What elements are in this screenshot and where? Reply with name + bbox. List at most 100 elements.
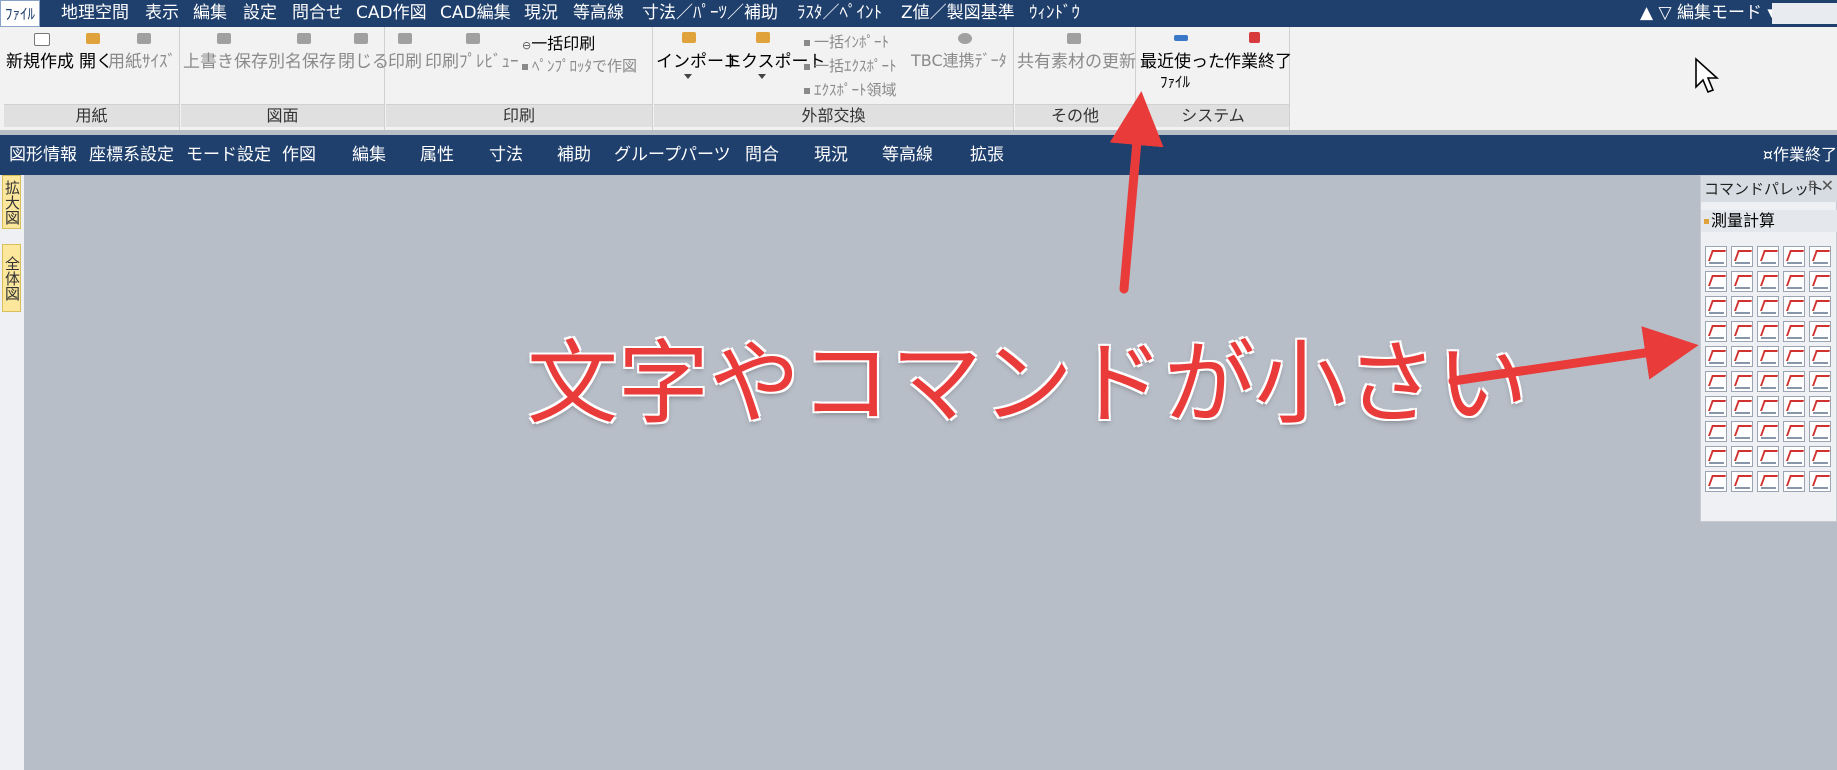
palette-command-button[interactable] [1757,296,1779,317]
palette-command-button[interactable] [1809,321,1831,342]
palette-command-button[interactable] [1731,446,1753,467]
palette-command-button[interactable] [1731,346,1753,367]
palette-command-button[interactable] [1809,246,1831,267]
recent-files-button[interactable]: 最近使った [1140,47,1225,72]
menu-geospatial[interactable]: 地理空間 [61,0,129,27]
menu-z-value[interactable]: Z値／製図基準 [901,0,1015,27]
toolbar-parts[interactable]: パーツ [680,135,731,175]
palette-command-button[interactable] [1757,321,1779,342]
menu-current-state[interactable]: 現況 [524,0,558,27]
print-button[interactable]: 印刷 [388,47,422,72]
batch-import-button[interactable]: 一括ｲﾝﾎﾟｰﾄ [804,31,889,52]
tab-zoom-view[interactable]: 拡大図 [2,175,21,229]
export-dropdown-icon[interactable] [758,74,766,79]
save-as-button[interactable]: 別名保存 [268,47,336,72]
toolbar-shape-info[interactable]: 図形情報 [9,135,77,175]
palette-command-button[interactable] [1783,471,1805,492]
palette-command-button[interactable] [1705,421,1727,442]
import-dropdown-icon[interactable] [684,74,692,79]
palette-command-button[interactable] [1731,396,1753,417]
menu-raster-paint[interactable]: ﾗｽﾀ／ﾍﾟｲﾝﾄ [797,0,882,27]
toolbar-quit-button[interactable]: ¤作業終了 [1763,135,1837,175]
palette-command-button[interactable] [1731,246,1753,267]
palette-command-button[interactable] [1809,396,1831,417]
toolbar-group[interactable]: グループ [614,135,681,175]
palette-command-button[interactable] [1705,396,1727,417]
palette-command-button[interactable] [1809,346,1831,367]
palette-command-button[interactable] [1783,296,1805,317]
palette-command-button[interactable] [1757,371,1779,392]
close-button[interactable]: 閉じる [338,47,389,72]
palette-command-button[interactable] [1705,471,1727,492]
palette-command-button[interactable] [1809,421,1831,442]
menu-settings[interactable]: 設定 [243,0,277,27]
batch-print-button[interactable]: ⊖一括印刷 [522,30,595,54]
palette-command-button[interactable] [1757,421,1779,442]
palette-command-button[interactable] [1705,271,1727,292]
palette-command-button[interactable] [1783,346,1805,367]
menu-view[interactable]: 表示 [145,0,179,27]
toolbar-contour[interactable]: 等高線 [882,135,933,175]
toolbar-mode-settings[interactable]: モード設定 [186,135,271,175]
menu-contour[interactable]: 等高線 [573,0,624,27]
palette-command-button[interactable] [1731,371,1753,392]
menu-dimension-parts[interactable]: 寸法／ﾊﾟｰﾂ／補助 [642,0,778,27]
close-icon[interactable]: ✕ [1821,176,1834,195]
palette-command-button[interactable] [1783,421,1805,442]
palette-command-button[interactable] [1705,296,1727,317]
palette-command-button[interactable] [1705,246,1727,267]
palette-command-button[interactable] [1809,271,1831,292]
pin-icon[interactable]: ᵽ [1808,177,1817,192]
paper-size-button[interactable]: 用紙ｻｲｽﾞ [108,47,176,72]
palette-command-button[interactable] [1783,446,1805,467]
menu-file[interactable]: ﾌｧｲﾙ [0,0,41,27]
palette-command-button[interactable] [1757,346,1779,367]
menu-edit[interactable]: 編集 [193,0,227,27]
overwrite-save-button[interactable]: 上書き保存 [183,47,268,72]
palette-command-button[interactable] [1783,271,1805,292]
palette-command-button[interactable] [1705,321,1727,342]
toolbar-dimension[interactable]: 寸法 [489,135,523,175]
palette-command-button[interactable] [1809,446,1831,467]
menu-cad-draw[interactable]: CAD作図 [356,0,427,27]
palette-command-button[interactable] [1757,446,1779,467]
new-button[interactable]: 新規作成 [6,47,74,72]
toolbar-attribute[interactable]: 属性 [420,135,454,175]
toolbar-coord-settings[interactable]: 座標系設定 [89,135,174,175]
palette-command-button[interactable] [1809,471,1831,492]
quit-button[interactable]: 作業終了 [1224,47,1292,72]
toolbar-extension[interactable]: 拡張 [970,135,1004,175]
palette-command-button[interactable] [1809,371,1831,392]
palette-command-button[interactable] [1757,471,1779,492]
palette-command-button[interactable] [1757,246,1779,267]
palette-command-button[interactable] [1731,271,1753,292]
palette-command-button[interactable] [1705,371,1727,392]
palette-command-button[interactable] [1809,296,1831,317]
export-area-button[interactable]: ｴｸｽﾎﾟｰﾄ領域 [804,79,897,100]
menu-window[interactable]: ｳｨﾝﾄﾞｳ [1029,0,1080,27]
palette-command-button[interactable] [1783,321,1805,342]
palette-command-button[interactable] [1731,296,1753,317]
batch-export-button[interactable]: 一括ｴｸｽﾎﾟｰﾄ [804,55,897,76]
tab-overall-view[interactable]: 全体図 [2,244,21,312]
palette-command-button[interactable] [1783,396,1805,417]
toolbar-edit[interactable]: 編集 [352,135,386,175]
palette-command-button[interactable] [1731,421,1753,442]
palette-command-button[interactable] [1705,446,1727,467]
palette-command-button[interactable] [1757,271,1779,292]
palette-command-button[interactable] [1757,396,1779,417]
menu-query[interactable]: 問合せ [292,0,343,27]
print-preview-button[interactable]: 印刷ﾌﾟﾚﾋﾞｭｰ [425,47,519,72]
tbc-button[interactable]: TBC連携ﾃﾞｰﾀ [911,47,1007,71]
palette-command-button[interactable] [1705,346,1727,367]
palette-command-button[interactable] [1731,321,1753,342]
toolbar-draw[interactable]: 作図 [282,135,316,175]
pen-plotter-button[interactable]: ﾍﾟﾝﾌﾟﾛｯﾀで作図 [522,55,637,76]
palette-command-button[interactable] [1783,246,1805,267]
toolbar-query[interactable]: 問合 [745,135,779,175]
toolbar-aux[interactable]: 補助 [557,135,591,175]
palette-command-button[interactable] [1731,471,1753,492]
shared-update-button[interactable]: 共有素材の更新 [1017,47,1136,72]
toolbar-current-state[interactable]: 現況 [814,135,848,175]
palette-command-button[interactable] [1783,371,1805,392]
